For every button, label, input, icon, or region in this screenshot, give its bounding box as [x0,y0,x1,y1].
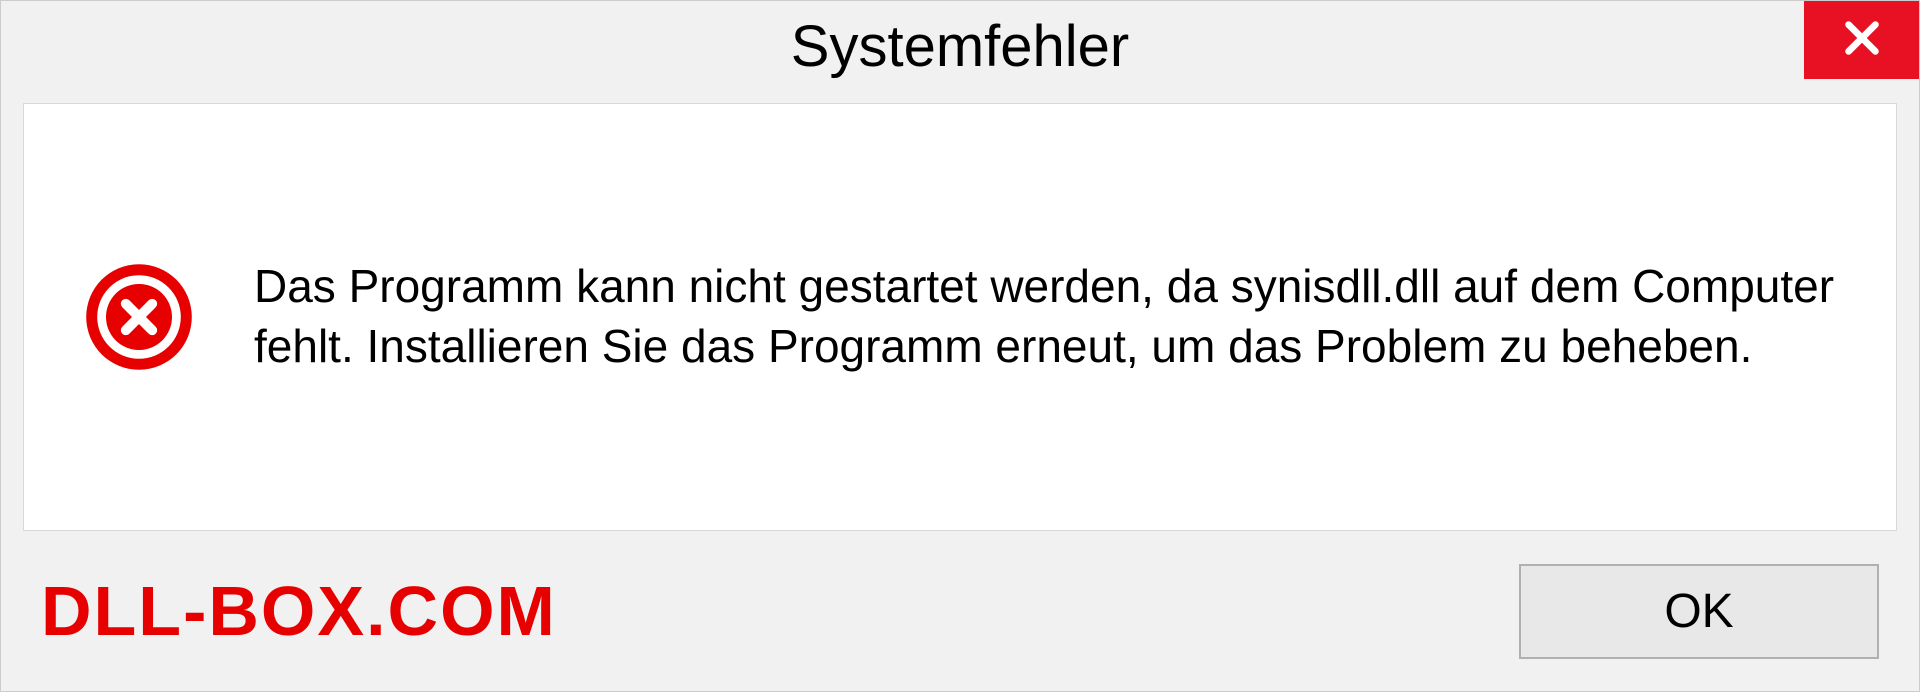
ok-button-label: OK [1664,584,1733,639]
error-message: Das Programm kann nicht gestartet werden… [254,257,1836,377]
dialog-title: Systemfehler [791,13,1129,80]
close-button[interactable] [1804,1,1919,79]
titlebar: Systemfehler [1,1,1919,91]
content-area: Das Programm kann nicht gestartet werden… [23,103,1897,531]
ok-button[interactable]: OK [1519,564,1879,659]
close-icon [1839,15,1885,66]
error-dialog: Systemfehler Das Programm kann nicht ges… [0,0,1920,692]
footer: DLL-BOX.COM OK [1,531,1919,691]
watermark-text: DLL-BOX.COM [41,571,557,651]
error-icon [84,262,194,372]
